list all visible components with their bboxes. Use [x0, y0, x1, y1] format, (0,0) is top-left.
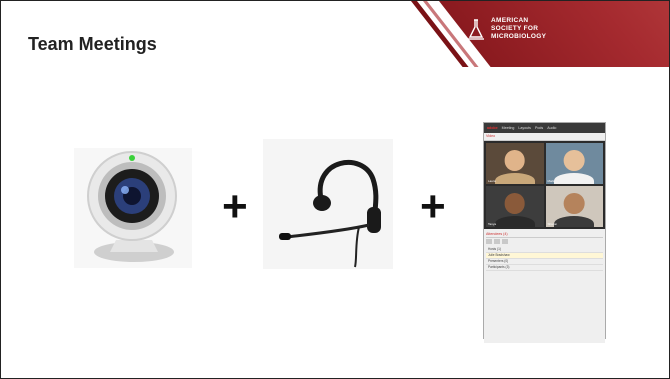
attendee-row: Participants (3) [486, 265, 603, 271]
logo-line-2: SOCIETY FOR [491, 25, 539, 32]
asm-banner: AMERICAN SOCIETY FOR MICROBIOLOGY [401, 1, 669, 67]
meeting-app-screenshot: adobe Meeting Layouts Pods Audio Video L… [483, 122, 606, 343]
flask-icon [468, 19, 484, 40]
participant-name: Laura [488, 179, 496, 183]
attendees-header: Attendees (4) [486, 231, 603, 238]
menu-layouts: Layouts [518, 126, 531, 130]
plus-sign-2: + [420, 182, 446, 231]
video-tile: Sharon [545, 186, 603, 227]
slide-title: Team Meetings [28, 34, 157, 54]
meeting-app-menubar: adobe Meeting Layouts Pods Audio [484, 123, 605, 133]
webcam-image [74, 148, 192, 268]
menu-meeting: Meeting [501, 126, 515, 130]
logo-line-3: MICROBIOLOGY [491, 33, 547, 40]
video-tile: Mark [545, 143, 603, 184]
participant-name: Sharon [547, 222, 558, 226]
video-pod-header: Video [484, 133, 605, 141]
menu-brand: adobe [487, 126, 498, 130]
menu-audio: Audio [547, 126, 557, 130]
video-grid: Laura Mark Tanya Sharon [484, 141, 605, 229]
plus-sign-1: + [222, 182, 248, 231]
menu-pods: Pods [534, 126, 544, 130]
video-tile: Tanya [486, 186, 544, 227]
participant-name: Mark [547, 179, 555, 183]
asm-logo: AMERICAN SOCIETY FOR MICROBIOLOGY [467, 17, 546, 41]
slide: Team Meetings AMERICAN SOCIETY FOR MICRO… [0, 0, 670, 379]
logo-line-1: AMERICAN [491, 17, 529, 24]
attendees-pod: Attendees (4) Hosts (1) Julie Bradshaw P… [484, 229, 605, 343]
headset-image [263, 139, 393, 269]
attendees-toolbar [486, 238, 603, 247]
video-tile: Laura [486, 143, 544, 184]
participant-name: Tanya [488, 222, 497, 226]
